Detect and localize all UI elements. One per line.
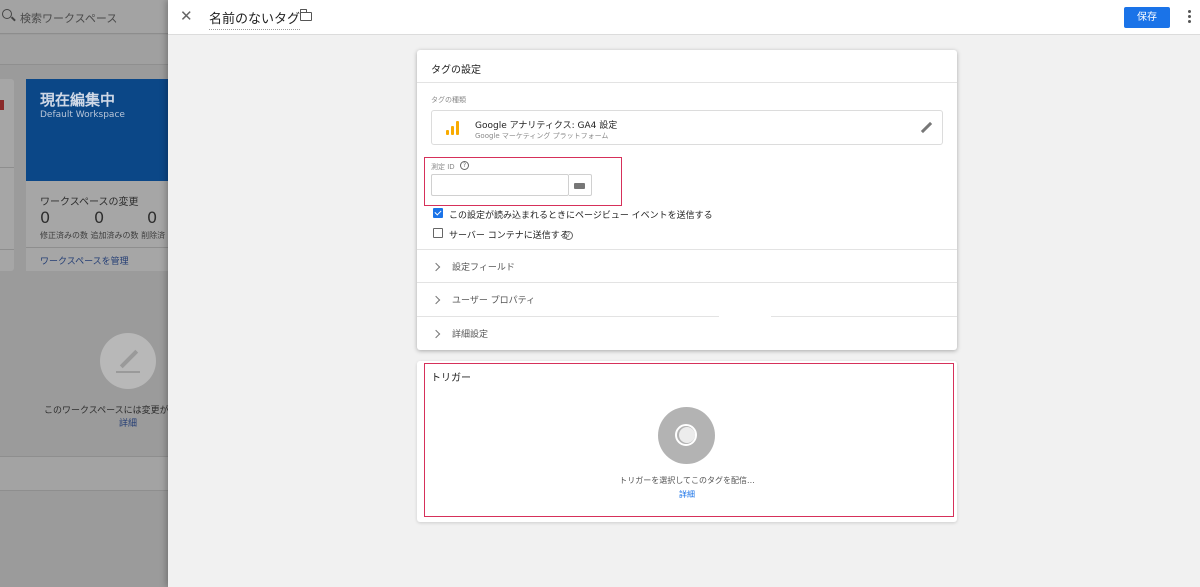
triggering-title: トリガー [431, 373, 471, 384]
help-icon[interactable]: ? [460, 161, 469, 170]
search-icon [2, 9, 12, 19]
chevron-right-icon [431, 329, 441, 339]
editor-topbar: ✕ 名前のないタグ 保存 [168, 0, 1200, 35]
tag-type-platform: Google マーケティング プラットフォーム [475, 132, 609, 140]
tag-type-name: Google アナリティクス: GA4 設定 [475, 121, 618, 131]
measurement-id-label: 測定 ID [431, 163, 455, 171]
background-workspace: 検索ワークスペース 現在編集中 Default Workspace ワークスペー… [0, 0, 168, 587]
workspace-name: Default Workspace [40, 110, 125, 120]
workspace-changes-card: ワークスペースの変更 0 0 0 修正済みの数 追加済みの数 削除済 ワークスペ… [26, 181, 168, 271]
chevron-right-icon [431, 262, 441, 272]
section-fields-to-set[interactable]: 設定フィールド [431, 260, 515, 276]
modified-count: 0 [40, 208, 51, 227]
measurement-id-input[interactable] [431, 174, 569, 196]
more-options-icon[interactable] [1188, 10, 1192, 24]
current-editing-label: 現在編集中 [40, 91, 116, 109]
deleted-count: 0 [147, 208, 158, 227]
tag-name-title[interactable]: 名前のないタグ [209, 8, 301, 30]
pencil-icon [100, 333, 156, 389]
tag-configuration-title: タグの設定 [431, 65, 481, 76]
count-labels: 修正済みの数 追加済みの数 削除済 [40, 231, 166, 240]
background-toolbar [0, 35, 168, 65]
section-user-properties[interactable]: ユーザー プロパティ [431, 293, 535, 309]
edit-icon[interactable] [920, 121, 932, 133]
workspace-search: 検索ワークスペース [0, 0, 168, 34]
background-detail-link: 詳細 [119, 419, 138, 429]
search-placeholder: 検索ワークスペース [20, 12, 118, 25]
analytics-icon [446, 121, 460, 135]
trigger-detail-link[interactable]: 詳細 [617, 489, 757, 500]
save-button[interactable]: 保存 [1124, 7, 1170, 28]
chevron-right-icon [431, 295, 441, 305]
triggering-card[interactable]: トリガー トリガーを選択してこのタグを配信... 詳細 [417, 361, 957, 522]
close-icon[interactable]: ✕ [180, 8, 194, 24]
variable-picker-icon[interactable] [569, 174, 592, 196]
tag-configuration-card: タグの設定 タグの種類 Google アナリティクス: GA4 設定 Googl… [417, 50, 957, 350]
background-band [0, 456, 168, 491]
tag-type-selector[interactable]: Google アナリティクス: GA4 設定 Google マーケティング プラ… [431, 110, 943, 145]
section-advanced-settings[interactable]: 詳細設定 [431, 327, 488, 343]
help-icon[interactable]: ? [564, 231, 573, 240]
tag-editor-panel: ✕ 名前のないタグ 保存 タグの設定 タグの種類 Google アナリティクス:… [168, 0, 1200, 587]
tag-type-label: タグの種類 [431, 96, 466, 104]
server-container-checkbox[interactable] [433, 228, 443, 238]
section-label: 設定フィールド [452, 263, 515, 273]
section-label: ユーザー プロパティ [452, 296, 536, 306]
current-workspace-card: 現在編集中 Default Workspace [26, 79, 168, 181]
workspace-changes-heading: ワークスペースの変更 [40, 197, 139, 208]
send-pageview-label: この設定が読み込まれるときにページビュー イベントを送信する [449, 211, 713, 221]
section-label: 詳細設定 [452, 330, 489, 340]
trigger-prompt: トリガーを選択してこのタグを配信... [619, 476, 755, 485]
added-count: 0 [94, 208, 105, 227]
server-container-label: サーバー コンテナに送信する [449, 231, 569, 241]
folder-icon[interactable] [299, 9, 312, 21]
send-pageview-checkbox[interactable] [433, 208, 443, 218]
empty-workspace-message: このワークスペースには変更がま [44, 406, 168, 416]
manage-workspaces-link: ワークスペースを管理 [40, 257, 129, 267]
trigger-icon[interactable] [658, 407, 715, 464]
background-red-marker [0, 100, 4, 110]
